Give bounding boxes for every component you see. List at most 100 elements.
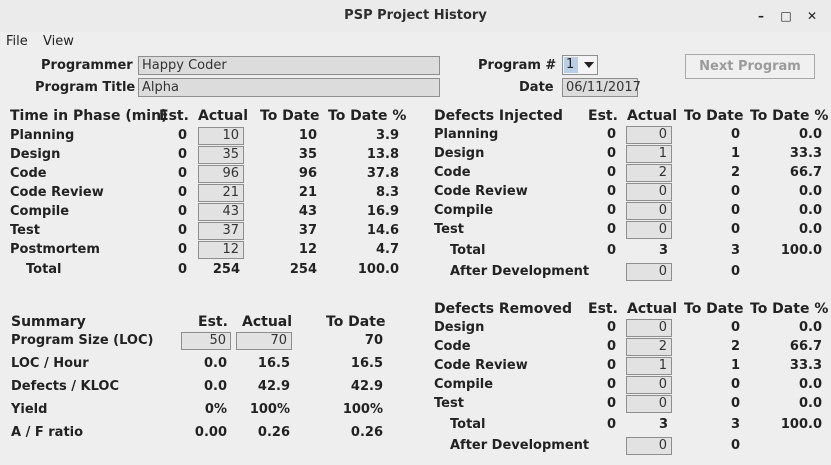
injected-row-actual-field[interactable]: 0 xyxy=(626,202,672,220)
removed-row-actual-field[interactable]: 0 xyxy=(626,395,672,413)
time-row-name: Planning xyxy=(10,128,75,143)
summary-row-name: Program Size (LOC) xyxy=(11,333,154,348)
time-row-to-date: 37 xyxy=(298,223,317,238)
time-row-est: 0 xyxy=(177,185,187,200)
time-row-actual-field[interactable]: 21 xyxy=(198,184,244,202)
removed-row-est: 0 xyxy=(606,320,616,335)
time-row-est: 0 xyxy=(177,147,187,162)
injected-row-name: Planning xyxy=(434,127,499,142)
time-row-to-date-pct: 13.8 xyxy=(366,147,399,162)
injected-row-to-date-pct: 0.0 xyxy=(798,184,822,199)
injected-row-actual-field[interactable]: 0 xyxy=(626,126,672,144)
time-total-actual: 254 xyxy=(212,262,240,277)
injected-row-actual-field[interactable]: 1 xyxy=(626,145,672,163)
injected-row-actual-field[interactable]: 2 xyxy=(626,164,672,182)
removed-row-to-date-pct: 0.0 xyxy=(798,377,822,392)
removed-col-to-date: To Date xyxy=(684,301,744,317)
time-row-actual-field[interactable]: 96 xyxy=(198,165,244,183)
menu-file[interactable]: File xyxy=(6,34,28,49)
removed-row-actual-field[interactable]: 1 xyxy=(626,357,672,375)
minimize-icon[interactable]: – xyxy=(752,7,770,25)
window-title: PSP Project History xyxy=(344,8,487,23)
summary-row-actual: 42.9 xyxy=(257,379,290,394)
programmer-label: Programmer xyxy=(41,58,133,73)
injected-row-est: 0 xyxy=(606,165,616,180)
date-field[interactable]: 06/11/2017 xyxy=(562,78,641,97)
program-number-label: Program # xyxy=(478,58,557,73)
program-title-field[interactable]: Alpha xyxy=(138,78,440,97)
maximize-icon[interactable]: □ xyxy=(777,7,795,25)
time-row-actual-field[interactable]: 35 xyxy=(198,146,244,164)
time-total-est: 0 xyxy=(177,262,187,277)
injected-row-to-date-pct: 33.3 xyxy=(789,146,822,161)
time-row-name: Postmortem xyxy=(10,242,100,257)
injected-row-name: Design xyxy=(434,146,485,161)
program-size-est-field[interactable]: 50 xyxy=(181,332,231,350)
injected-row-actual-field[interactable]: 0 xyxy=(626,221,672,239)
close-icon[interactable]: ✕ xyxy=(803,7,821,25)
injected-col-actual: Actual xyxy=(627,108,678,124)
menu-view[interactable]: View xyxy=(43,34,74,49)
time-row-to-date-pct: 3.9 xyxy=(375,128,399,143)
summary-row-name: A / F ratio xyxy=(11,425,84,440)
removed-col-to-date-pct: To Date % xyxy=(750,301,829,317)
time-row-est: 0 xyxy=(177,128,187,143)
injected-row-actual-field[interactable]: 0 xyxy=(626,183,672,201)
injected-row-est: 0 xyxy=(606,146,616,161)
program-size-actual-field[interactable]: 70 xyxy=(236,332,292,350)
next-program-button[interactable]: Next Program xyxy=(685,54,815,79)
time-total-to-date: 254 xyxy=(289,262,317,277)
time-row-name: Design xyxy=(10,147,61,162)
time-row-name: Code xyxy=(10,166,47,181)
removed-row-name: Code Review xyxy=(434,358,528,373)
removed-col-actual: Actual xyxy=(627,301,678,317)
program-number-select[interactable]: 1 xyxy=(562,55,598,75)
removed-row-to-date-pct: 0.0 xyxy=(798,396,822,411)
injected-row-to-date: 1 xyxy=(730,146,740,161)
time-row-actual-field[interactable]: 43 xyxy=(198,203,244,221)
removed-row-actual-field[interactable]: 2 xyxy=(626,338,672,356)
programmer-field[interactable]: Happy Coder xyxy=(138,56,440,75)
injected-after-dev-field[interactable]: 0 xyxy=(626,263,672,281)
removed-row-to-date: 1 xyxy=(730,358,740,373)
time-row-actual-field[interactable]: 12 xyxy=(198,241,244,259)
removed-row-name: Test xyxy=(434,396,464,411)
removed-row-actual-field[interactable]: 0 xyxy=(626,376,672,394)
injected-total-to-date-pct: 100.0 xyxy=(780,243,822,258)
injected-after-dev-label: After Development xyxy=(450,264,590,279)
time-col-actual: Actual xyxy=(198,108,249,124)
removed-row-est: 0 xyxy=(606,339,616,354)
injected-row-est: 0 xyxy=(606,203,616,218)
time-row-to-date-pct: 37.8 xyxy=(366,166,399,181)
time-row-to-date-pct: 8.3 xyxy=(375,185,399,200)
removed-row-to-date: 0 xyxy=(730,377,740,392)
injected-row-est: 0 xyxy=(606,184,616,199)
time-row-to-date-pct: 16.9 xyxy=(366,204,399,219)
removed-after-dev-to-date: 0 xyxy=(730,438,740,453)
injected-row-to-date: 0 xyxy=(730,222,740,237)
time-row-name: Code Review xyxy=(10,185,104,200)
removed-col-est: Est. xyxy=(588,301,618,317)
injected-row-to-date-pct: 0.0 xyxy=(798,203,822,218)
summary-row-name: LOC / Hour xyxy=(11,356,89,371)
removed-row-est: 0 xyxy=(606,377,616,392)
removed-row-actual-field[interactable]: 0 xyxy=(626,319,672,337)
summary-row-actual: 100% xyxy=(249,402,290,417)
summary-row-name: Defects / KLOC xyxy=(11,379,120,394)
injected-row-to-date-pct: 0.0 xyxy=(798,127,822,142)
time-row-est: 0 xyxy=(177,223,187,238)
injected-row-to-date: 0 xyxy=(730,184,740,199)
removed-row-est: 0 xyxy=(606,358,616,373)
time-row-to-date: 35 xyxy=(298,147,317,162)
time-row-to-date: 96 xyxy=(298,166,317,181)
chevron-down-icon xyxy=(584,62,594,68)
summary-row-est: 0.0 xyxy=(203,379,227,394)
time-row-actual-field[interactable]: 10 xyxy=(198,127,244,145)
summary-row-actual: 16.5 xyxy=(257,356,290,371)
summary-col-actual: Actual xyxy=(242,314,293,330)
injected-col-to-date: To Date xyxy=(684,108,744,124)
removed-after-dev-field[interactable]: 0 xyxy=(626,437,672,455)
program-number-value: 1 xyxy=(564,57,578,73)
summary-row-name: Yield xyxy=(11,402,48,417)
time-row-actual-field[interactable]: 37 xyxy=(198,222,244,240)
